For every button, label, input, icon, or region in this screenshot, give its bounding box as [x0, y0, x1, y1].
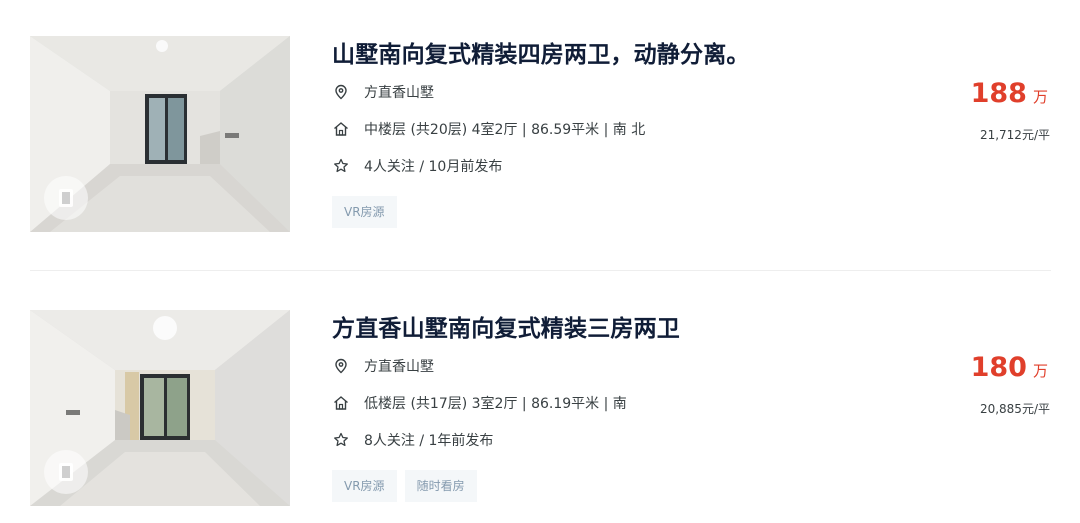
star-outline-icon	[332, 157, 350, 175]
tag-list: VR房源 随时看房	[332, 470, 477, 502]
house-info-row: 低楼层 (共17层) 3室2厅 | 86.19平米 | 南	[332, 393, 627, 413]
listing-divider	[30, 270, 1051, 271]
listing-title[interactable]: 方直香山墅南向复式精装三房两卫	[332, 309, 680, 343]
unit-price: 20,885元/平	[979, 402, 1050, 416]
vr-panorama-icon[interactable]	[44, 450, 88, 494]
house-info: 低楼层 (共17层) 3室2厅 | 86.19平米 | 南	[364, 396, 627, 412]
location-pin-icon	[332, 83, 350, 101]
community-row: 方直香山墅	[332, 82, 434, 102]
tag-list: VR房源	[332, 196, 397, 228]
follow-row: 8人关注 / 1年前发布	[332, 430, 493, 450]
follow-info: 4人关注 / 10月前发布	[364, 159, 503, 175]
house-icon	[332, 120, 350, 138]
unit-price: 21,712元/平	[979, 128, 1050, 142]
location-pin-icon	[332, 357, 350, 375]
house-icon	[332, 394, 350, 412]
community-row: 方直香山墅	[332, 356, 434, 376]
total-price: 180 万	[971, 352, 1048, 383]
follow-row: 4人关注 / 10月前发布	[332, 156, 502, 176]
community-name[interactable]: 方直香山墅	[364, 356, 434, 376]
tag-vr: VR房源	[332, 470, 397, 502]
community-name[interactable]: 方直香山墅	[364, 82, 434, 102]
listing-title[interactable]: 山墅南向复式精装四房两卫，动静分离。	[332, 35, 750, 69]
price-unit: 万	[1032, 88, 1048, 106]
listing-photo[interactable]	[30, 36, 290, 232]
house-info-row: 中楼层 (共20层) 4室2厅 | 86.59平米 | 南 北	[332, 119, 645, 139]
price-value: 180	[970, 352, 1027, 383]
price-unit: 万	[1032, 362, 1048, 380]
total-price: 188 万	[971, 78, 1048, 109]
vr-panorama-icon[interactable]	[44, 176, 88, 220]
tag-anytime-viewing: 随时看房	[404, 470, 477, 502]
listing-photo[interactable]	[30, 310, 290, 506]
house-info: 中楼层 (共20层) 4室2厅 | 86.59平米 | 南 北	[364, 122, 646, 138]
star-outline-icon	[332, 431, 350, 449]
follow-info: 8人关注 / 1年前发布	[364, 433, 494, 449]
tag-vr: VR房源	[332, 196, 397, 228]
price-value: 188	[970, 78, 1027, 109]
